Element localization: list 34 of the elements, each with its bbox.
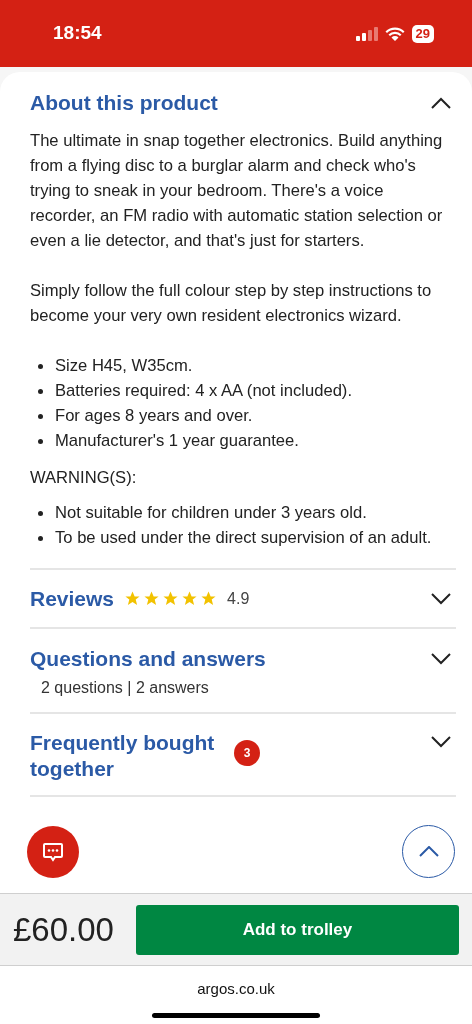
bullet-text: Size H45, W35cm. xyxy=(55,355,193,377)
bullet-text: For ages 8 years and over. xyxy=(55,405,253,427)
description-paragraph: Simply follow the full colour step by step instructions to become your very own resident electronics wizard. xyxy=(30,280,433,327)
bullet-text: To be used under the direct supervision of an adult. xyxy=(55,527,432,549)
bullet-text: Manufacturer's 1 year guarantee. xyxy=(55,430,299,452)
count-badge: 3 xyxy=(234,740,260,766)
description-paragraph: The ultimate in snap together electronics. Build anything from a flying disc to a burglar alarm and check who's trying to sneak in your bedroom. There's a voice recorder, an FM radio with automatic station selection or even a lie detector, and that's just for starters. xyxy=(30,130,444,252)
url-text: argos.co.uk xyxy=(197,979,275,999)
rating-value: 4.9 xyxy=(227,588,250,609)
bullet-text: Not suitable for children under 3 years old. xyxy=(55,502,367,524)
price: £60.00 xyxy=(13,909,114,950)
signal-icon xyxy=(355,26,378,41)
status-time: 18:54 xyxy=(53,21,102,46)
star-icon xyxy=(181,590,199,607)
bullet-text: Batteries required: 4 x AA (not included). xyxy=(55,380,352,402)
chevron-down-icon[interactable] xyxy=(430,653,452,665)
star-icon xyxy=(124,590,142,607)
battery-indicator: 29 xyxy=(411,24,434,43)
chevron-down-icon[interactable] xyxy=(430,592,452,605)
chat-icon xyxy=(42,841,64,863)
chevron-up-icon[interactable] xyxy=(430,97,452,109)
warning-label: WARNING(S): xyxy=(30,467,138,489)
chevron-up-icon xyxy=(418,846,439,857)
star-icon xyxy=(200,590,218,607)
star-icon xyxy=(162,590,180,607)
wifi-icon xyxy=(384,26,405,41)
star-icon xyxy=(143,590,161,607)
section-title[interactable]: Frequently bought together xyxy=(30,730,220,782)
chevron-down-icon[interactable] xyxy=(430,736,452,748)
qa-count: 2 questions | 2 answers xyxy=(41,678,210,698)
add-to-trolley-button[interactable]: Add to trolley xyxy=(135,904,459,955)
section-title[interactable]: Questions and answers xyxy=(30,646,266,672)
section-title[interactable]: About this product xyxy=(30,90,218,116)
section-title[interactable]: Reviews xyxy=(30,585,115,612)
